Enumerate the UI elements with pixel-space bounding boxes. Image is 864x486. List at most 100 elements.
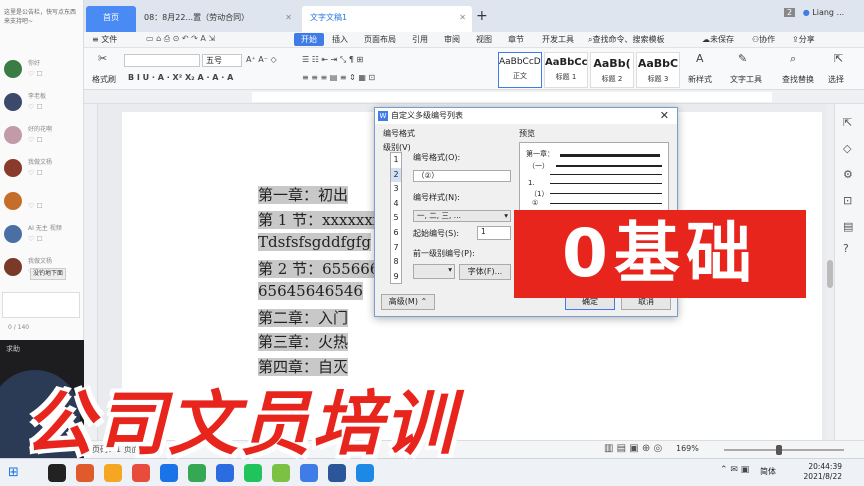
doc-line[interactable]: Tdsfsfsgddfgfg	[258, 233, 371, 251]
folder-app-icon[interactable]	[76, 464, 94, 482]
level-item[interactable]: 2	[391, 167, 401, 183]
app-icon[interactable]	[132, 464, 150, 482]
chat-follow-button[interactable]: 没钓地下面	[30, 268, 66, 280]
doc-line[interactable]: 65645646546	[258, 282, 363, 300]
prev-level-select[interactable]: ▾	[413, 264, 455, 279]
wechat-app-icon[interactable]	[244, 464, 262, 482]
menu-tab-7[interactable]: 开发工具	[542, 34, 574, 45]
settings-icon[interactable]: ⚙	[843, 168, 853, 181]
tray-icons[interactable]: ⌃ ✉ ▣	[720, 465, 749, 475]
view-mode-icons[interactable]: ▥ ▤ ▣ ⊕ ◎	[604, 443, 662, 454]
menu-tab-2[interactable]: 页面布局	[364, 34, 396, 45]
like-icon[interactable]: ♡ ☐	[28, 202, 43, 210]
style-card[interactable]: AaBbCcDd 正文	[498, 52, 542, 88]
font-name-select[interactable]	[124, 54, 200, 67]
paragraph-align-buttons[interactable]: ≡ ≡ ≡ ▤ ≡ ⇕ ▦ ⊡	[302, 73, 375, 82]
style-card[interactable]: AaBb(标题 2	[590, 52, 634, 88]
style-select[interactable]: 一, 二, 三, ... ▾	[413, 210, 511, 222]
sogou-app-icon[interactable]	[356, 464, 374, 482]
level-item[interactable]: 7	[391, 241, 401, 256]
paragraph-list-buttons[interactable]: ☰ ☷ ⇤ ⇥ ⤡ ¶ ⊞	[302, 55, 363, 65]
font-button[interactable]: 字体(F)...	[459, 264, 511, 280]
close-icon[interactable]: ✕	[459, 6, 466, 30]
doc-line[interactable]: 第二章：入门	[258, 307, 349, 328]
close-icon[interactable]: ✕	[285, 6, 292, 30]
close-icon[interactable]: ✕	[660, 108, 669, 124]
advanced-button[interactable]: 高级(M) ⌃	[381, 294, 435, 310]
doc-line[interactable]: 第一章：初出	[258, 184, 349, 205]
like-icon[interactable]: ♡ ☐	[28, 136, 43, 144]
font-style-buttons[interactable]: B I U · A · X² X₂ A · A · A	[128, 73, 233, 82]
ime-language[interactable]: 简体	[760, 466, 776, 477]
chrome-app-icon[interactable]	[188, 464, 206, 482]
new-style-icon[interactable]: A	[696, 52, 704, 65]
format-input[interactable]: （②）	[413, 170, 511, 182]
new-style-button[interactable]: 新样式	[688, 74, 712, 85]
text-tools-icon[interactable]: ✎	[738, 52, 747, 65]
scroll-thumb[interactable]	[827, 260, 833, 288]
tab-home[interactable]: 首页	[86, 6, 136, 32]
word-app-icon[interactable]	[328, 464, 346, 482]
level-item[interactable]: 5	[391, 211, 401, 226]
find-replace-icon[interactable]: ⌕	[790, 52, 796, 66]
search-command[interactable]: ⌕查找命令、搜索模板	[588, 34, 664, 45]
camtasia-app-icon[interactable]	[272, 464, 290, 482]
zoom-level[interactable]: 169%	[676, 444, 699, 453]
level-item[interactable]: 9	[391, 270, 401, 285]
taskbar-clock[interactable]: 20:44:39 2021/8/22	[782, 462, 842, 482]
menu-file[interactable]: ≡ 文件	[92, 34, 117, 45]
format-painter-button[interactable]: 格式刷	[92, 74, 116, 85]
select-icon[interactable]: ⇱	[834, 52, 843, 65]
find-replace-button[interactable]: 查找替换	[782, 74, 814, 85]
vertical-scrollbar[interactable]	[826, 104, 834, 440]
chat-input[interactable]	[2, 292, 80, 318]
select-button[interactable]: 选择	[828, 74, 844, 85]
unsaved-indicator[interactable]: ☁未保存	[702, 34, 734, 45]
tab-labor-contract[interactable]: 08：8月22...置（劳动合同） ✕	[136, 6, 298, 32]
font-size-buttons[interactable]: A⁺ A⁻ ◇	[246, 55, 277, 64]
level-item[interactable]: 4	[391, 197, 401, 212]
doc-line[interactable]: 第 1 节：xxxxxxxx	[258, 209, 390, 230]
like-icon[interactable]: ♡ ☐	[28, 235, 43, 243]
style-card[interactable]: AaBbC 标题 3	[636, 52, 680, 88]
level-item[interactable]: 1	[391, 153, 401, 168]
user-name[interactable]: Liang ...	[812, 8, 844, 17]
share-button[interactable]: ⇪分享	[792, 34, 815, 45]
level-item[interactable]: 8	[391, 255, 401, 270]
pointer-icon[interactable]: ⇱	[843, 116, 852, 129]
menu-tab-0[interactable]: 开始	[294, 33, 324, 46]
layout-icon[interactable]: ▤	[843, 220, 853, 233]
menu-tab-4[interactable]: 审阅	[444, 34, 460, 45]
text-tools-button[interactable]: 文字工具	[730, 74, 762, 85]
level-item[interactable]: 6	[391, 226, 401, 241]
doc-line[interactable]: 第 2 节：6556666	[258, 258, 389, 279]
new-tab-button[interactable]: +	[476, 8, 488, 24]
menu-tab-6[interactable]: 章节	[508, 34, 524, 45]
like-icon[interactable]: ♡ ☐	[28, 70, 43, 78]
collab-button[interactable]: ⚇协作	[752, 34, 775, 45]
help-icon[interactable]: ?	[843, 242, 849, 255]
like-icon[interactable]: ♡ ☐	[28, 103, 43, 111]
style-card[interactable]: AaBbCc 标题 1	[544, 52, 588, 88]
menu-tab-5[interactable]: 视图	[476, 34, 492, 45]
app-icon[interactable]	[216, 464, 234, 482]
zoom-slider[interactable]	[724, 449, 844, 451]
windows-start-icon[interactable]: ⊞	[8, 465, 19, 480]
shape-icon[interactable]: ◇	[843, 142, 851, 155]
user-icon[interactable]: ●	[803, 8, 810, 17]
browser-app-icon[interactable]	[104, 464, 122, 482]
menu-tab-1[interactable]: 插入	[332, 34, 348, 45]
menu-tab-3[interactable]: 引用	[412, 34, 428, 45]
doc-line[interactable]: 第三章：火热	[258, 331, 349, 352]
paste-icon[interactable]: ✂	[98, 52, 107, 65]
lock-icon[interactable]: ⊡	[843, 194, 852, 207]
start-number-input[interactable]: 1	[477, 226, 511, 240]
tab-text-doc[interactable]: 文字文稿1 ✕	[302, 6, 472, 32]
chart-app-icon[interactable]	[160, 464, 178, 482]
wps-app-icon[interactable]	[300, 464, 318, 482]
zoom-slider-knob[interactable]	[776, 445, 782, 455]
level-item[interactable]: 3	[391, 182, 401, 197]
like-icon[interactable]: ♡ ☐	[28, 169, 43, 177]
obs-app-icon[interactable]	[48, 464, 66, 482]
level-list[interactable]: 123456789	[390, 152, 402, 284]
